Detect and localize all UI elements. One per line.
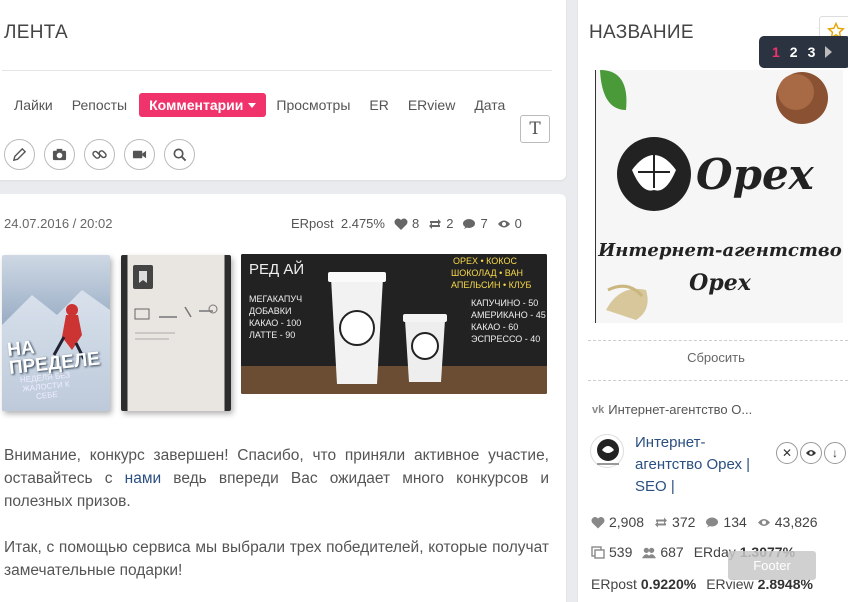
download-icon[interactable]: ↓ <box>824 442 846 464</box>
group-actions: ✕ ↓ <box>776 442 846 464</box>
svg-text:КАКАО - 100: КАКАО - 100 <box>249 318 301 328</box>
post-comments: 7 <box>480 216 488 231</box>
tab-date[interactable]: Дата <box>474 97 505 113</box>
svg-text:ШОКОЛАД • ВАН: ШОКОЛАД • ВАН <box>451 268 523 278</box>
post-card: 24.07.2016 / 20:02 ERpost 2.475% 8 2 7 0… <box>0 194 566 602</box>
logo-brand: Opex <box>696 150 814 199</box>
post-image-notebook[interactable] <box>121 255 231 411</box>
group-stats-row1: 2,908 372 134 43,826 <box>591 514 818 530</box>
tab-er[interactable]: ER <box>369 97 388 113</box>
page-1[interactable]: 1 <box>772 44 780 60</box>
vk-icon: vk <box>592 403 605 416</box>
text-filter-button[interactable]: T <box>520 115 550 143</box>
divider <box>588 340 848 341</box>
eye-icon[interactable] <box>800 442 822 464</box>
group-comments: 134 <box>723 514 747 530</box>
eye-icon <box>757 518 770 526</box>
post-date: 24.07.2016 / 20:02 <box>4 216 113 231</box>
svg-text:ЛАТТЕ - 90: ЛАТТЕ - 90 <box>249 330 295 340</box>
sidebar-title: НАЗВАНИЕ <box>589 22 694 43</box>
svg-text:ЭСПРЕССО - 40: ЭСПРЕССО - 40 <box>471 334 540 344</box>
reset-link[interactable]: Сбросить <box>578 350 848 365</box>
filters-panel: ЛЕНТА Лайки Репосты Комментарии Просмотр… <box>0 0 566 180</box>
post-text-paragraph2: Итак, с помощью сервиса мы выбрали трех … <box>4 539 549 579</box>
vk-group-name: Интернет-агентство О... <box>608 402 753 417</box>
sort-tabs: Лайки Репосты Комментарии Просмотры ER E… <box>14 93 524 117</box>
camera-icon[interactable] <box>44 139 75 170</box>
heart-icon <box>394 218 408 230</box>
svg-text:МЕГАКАПУЧ: МЕГАКАПУЧ <box>249 294 302 304</box>
page-3[interactable]: 3 <box>808 44 816 60</box>
link-icon[interactable] <box>84 139 115 170</box>
post-likes: 8 <box>411 216 420 231</box>
search-icon[interactable] <box>164 139 195 170</box>
tab-reposts[interactable]: Репосты <box>72 97 127 113</box>
erpost-label: ERpost <box>291 216 334 231</box>
post-image-coffee[interactable]: РЕД АЙ МЕГАКАПУЧ ДОБАВКИ КАКАО - 100 ЛАТТЕ … <box>241 254 547 394</box>
group-posts: 539 <box>609 544 633 560</box>
group-logo-image: Opex Интернет-агентство Орех <box>595 70 843 323</box>
repost-icon <box>429 218 442 229</box>
vk-group-line[interactable]: vk Интернет-агентство О... <box>592 402 752 417</box>
copy-icon <box>591 545 605 559</box>
logo-line2: Орех <box>689 270 751 296</box>
svg-text:РЕД АЙ: РЕД АЙ <box>249 260 304 278</box>
group-views: 43,826 <box>774 514 818 530</box>
bookmark-icon <box>133 265 153 289</box>
post-reposts: 2 <box>446 216 454 231</box>
group-members: 687 <box>660 544 684 560</box>
pagination: 1 2 3 <box>759 36 848 68</box>
svg-text:КАПУЧИНО - 50: КАПУЧИНО - 50 <box>471 298 538 308</box>
post-views: 0 <box>514 216 522 231</box>
tab-views[interactable]: Просмотры <box>276 97 350 113</box>
post-stats: ERpost 2.475% 8 2 7 0 <box>291 216 522 231</box>
heart-icon <box>591 516 605 528</box>
svg-text:ОРЕХ • КОКОС: ОРЕХ • КОКОС <box>453 256 517 266</box>
logo-line1: Интернет-агентство <box>598 240 842 261</box>
tab-comments[interactable]: Комментарии <box>139 93 267 117</box>
eye-icon <box>497 220 510 227</box>
content-filter-icons <box>4 139 195 170</box>
svg-text:ДОБАВКИ: ДОБАВКИ <box>249 306 292 316</box>
feed-title: ЛЕНТА <box>4 22 69 43</box>
avatar[interactable] <box>590 434 624 468</box>
video-icon[interactable] <box>124 139 155 170</box>
post-body: Внимание, конкурс завершен! Спасибо, что… <box>4 444 549 582</box>
group-sidebar: НАЗВАНИЕ Opex Интернет-агентство Орех Сб… <box>578 0 848 602</box>
close-icon[interactable]: ✕ <box>776 442 798 464</box>
footer-label: Footer <box>728 551 816 580</box>
sketch-illustration <box>134 304 218 340</box>
svg-text:АПЕЛЬСИН • КЛУБ: АПЕЛЬСИН • КЛУБ <box>451 280 531 290</box>
chevron-right-icon[interactable] <box>825 46 833 58</box>
group-reposts: 372 <box>672 514 696 530</box>
post-image-book[interactable]: НА ПРЕДЕЛЕ НЕДЕЛЯ БЕЗ ЖАЛОСТИ К СЕБЕ <box>2 255 110 411</box>
post-link[interactable]: нами <box>125 470 162 487</box>
tab-erview[interactable]: ERview <box>408 97 455 113</box>
svg-text:КАКАО - 60: КАКАО - 60 <box>471 322 518 332</box>
tab-likes[interactable]: Лайки <box>14 97 53 113</box>
pencil-icon[interactable] <box>4 139 35 170</box>
group-name-link[interactable]: Интернет-агентство Орех | SEO | <box>635 432 770 498</box>
erpost-value: 2.475% <box>340 216 385 231</box>
users-icon <box>642 547 657 558</box>
group-likes: 2,908 <box>609 514 645 530</box>
svg-text:АМЕРИКАНО - 45: АМЕРИКАНО - 45 <box>471 310 546 320</box>
page-2[interactable]: 2 <box>790 44 798 60</box>
comment-icon <box>706 517 719 527</box>
divider <box>2 70 552 71</box>
repost-icon <box>655 517 668 527</box>
erpost-label: ERpost <box>591 576 637 592</box>
comment-icon <box>463 218 476 229</box>
erpost-value: 0.9220% <box>640 576 697 592</box>
divider <box>588 380 848 381</box>
